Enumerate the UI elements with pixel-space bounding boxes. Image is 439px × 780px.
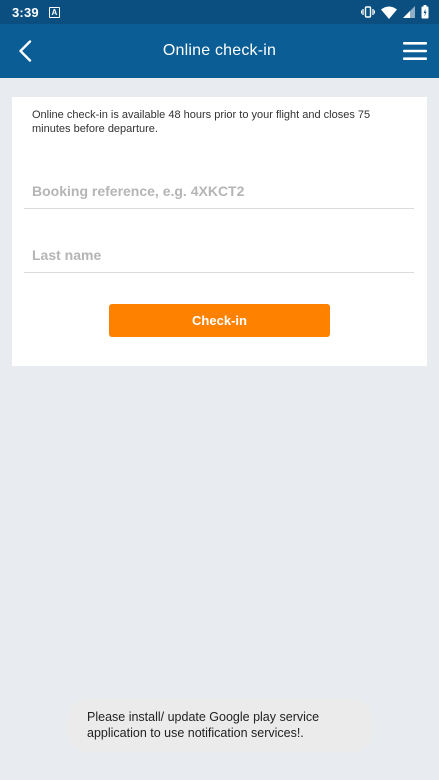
- checkin-form-card: Online check-in is available 48 hours pr…: [12, 97, 427, 366]
- chevron-left-icon: [19, 40, 32, 62]
- menu-button[interactable]: [399, 35, 431, 67]
- status-icons: [361, 5, 429, 19]
- last-name-input[interactable]: [24, 237, 414, 272]
- check-in-button[interactable]: Check-in: [109, 304, 330, 337]
- app-bar: Online check-in: [0, 24, 439, 78]
- booking-reference-input[interactable]: [24, 173, 414, 208]
- battery-icon: [421, 5, 429, 19]
- back-button[interactable]: [10, 35, 40, 67]
- notification-a-icon: A: [48, 6, 60, 18]
- checkin-info-text: Online check-in is available 48 hours pr…: [32, 109, 371, 135]
- signal-icon: [403, 6, 415, 18]
- toast-message: Please install/ update Google play servi…: [67, 698, 373, 752]
- hamburger-menu-icon: [403, 42, 427, 60]
- page-title: Online check-in: [162, 42, 277, 59]
- vibrate-icon: [361, 6, 375, 18]
- status-bar: 3:39 A: [0, 0, 439, 24]
- status-time: 3:39: [12, 4, 39, 20]
- wifi-icon: [381, 6, 397, 19]
- last-name-field: [24, 237, 414, 273]
- booking-reference-field: [24, 173, 414, 209]
